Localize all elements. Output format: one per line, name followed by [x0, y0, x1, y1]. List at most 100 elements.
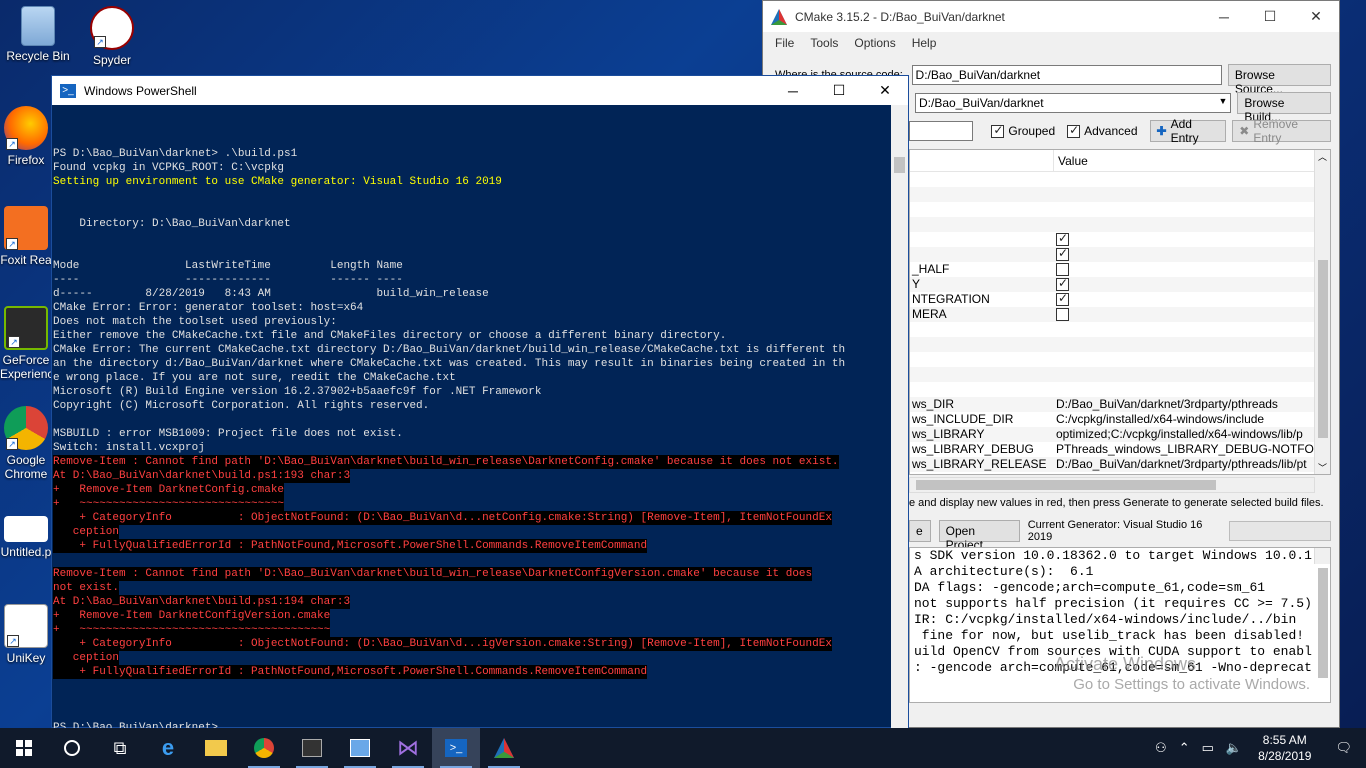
table-row[interactable]	[910, 247, 1330, 262]
checkbox-checked-icon[interactable]	[1056, 232, 1069, 246]
cmake-titlebar[interactable]: CMake 3.15.2 - D:/Bao_BuiVan/darknet ─ ☐…	[763, 1, 1339, 32]
build-path-input[interactable]: D:/Bao_BuiVan/darknet ▼	[915, 93, 1232, 113]
advanced-label: Advanced	[1084, 124, 1138, 138]
search-button[interactable]	[48, 728, 96, 768]
cache-table[interactable]: Value _HALFYNTEGRATIONMERA ws_DIR D:/Bao_B…	[909, 149, 1331, 475]
table-row[interactable]	[910, 187, 1330, 202]
generate-button[interactable]: e	[909, 520, 931, 542]
menu-file[interactable]: File	[767, 36, 802, 50]
console-scrollbar[interactable]	[891, 105, 908, 729]
taskbar-file-explorer[interactable]	[192, 728, 240, 768]
desktop-icon-untitled[interactable]: Untitled.p	[0, 516, 52, 559]
maximize-button[interactable]: ☐	[1247, 1, 1293, 32]
search-input[interactable]	[909, 121, 974, 141]
grouped-checkbox[interactable]: Grouped	[991, 123, 1055, 138]
close-button[interactable]: ✕	[862, 76, 908, 105]
menu-options[interactable]: Options	[846, 36, 903, 50]
table-row[interactable]: ws_LIBRARY_DEBUG PThreads_windows_LIBRARY…	[910, 442, 1330, 457]
taskbar-terminal[interactable]	[288, 728, 336, 768]
table-hscrollbar[interactable]	[909, 477, 1315, 493]
browse-source-button[interactable]: Browse Source...	[1227, 64, 1332, 96]
desktop-icon-geforce[interactable]: ↗ GeForce Experience	[0, 306, 52, 381]
desktop-icon-recycle-bin[interactable]: Recycle Bin	[0, 6, 76, 63]
task-view-button[interactable]: ⧉	[96, 728, 144, 768]
taskbar-powershell[interactable]: >_	[432, 728, 480, 768]
console-line: + CategoryInfo : ObjectNotFound: (D:\Bao…	[52, 511, 892, 525]
table-row[interactable]	[910, 382, 1330, 397]
powershell-icon: >_	[60, 83, 76, 98]
hscroll-thumb[interactable]	[916, 480, 1216, 490]
checkbox-unchecked-icon[interactable]	[1056, 308, 1069, 321]
output-scroll-thumb[interactable]	[1318, 568, 1328, 678]
table-row[interactable]: MERA	[910, 307, 1330, 322]
console-scroll-thumb[interactable]	[894, 157, 905, 173]
checkbox-unchecked-icon[interactable]	[1056, 263, 1069, 276]
desktop-icon-chrome[interactable]: ↗ Google Chrome	[0, 406, 52, 481]
table-row[interactable]: _HALF	[910, 262, 1330, 277]
menu-help[interactable]: Help	[904, 36, 945, 50]
table-row[interactable]: Y	[910, 277, 1330, 292]
header-value[interactable]: Value	[1054, 150, 1092, 171]
console-output[interactable]: PS D:\Bao_BuiVan\darknet> .\build.ps1 Fou…	[52, 105, 892, 729]
source-path-input[interactable]: D:/Bao_BuiVan/darknet	[911, 65, 1222, 85]
console-line-text: ception	[53, 651, 120, 665]
taskbar-app[interactable]	[336, 728, 384, 768]
desktop-icon-firefox[interactable]: ↗ Firefox	[0, 106, 52, 167]
chevron-up-icon[interactable]: ︿	[1318, 150, 1327, 163]
desktop-icon-spyder[interactable]: ↗ Spyder	[74, 6, 150, 67]
table-row[interactable]: NTEGRATION	[910, 292, 1330, 307]
checkbox-checked-icon[interactable]	[1056, 277, 1069, 291]
header-name[interactable]	[910, 150, 1054, 171]
table-row[interactable]	[910, 217, 1330, 232]
browse-build-button[interactable]: Browse Build...	[1237, 92, 1331, 124]
table-row[interactable]	[910, 172, 1330, 187]
taskbar-cmake[interactable]	[480, 728, 528, 768]
table-row[interactable]	[910, 322, 1330, 337]
maximize-button[interactable]: ☐	[816, 76, 862, 105]
minimize-button[interactable]: ─	[1201, 1, 1247, 32]
table-row[interactable]	[910, 337, 1330, 352]
table-row[interactable]: ws_LIBRARY_RELEASE D:/Bao_BuiVan/darknet/…	[910, 457, 1330, 472]
chevron-up-icon[interactable]: ⌃	[1173, 740, 1196, 756]
table-row[interactable]: ws_LIBRARY optimized;C:/vcpkg/installed/x…	[910, 427, 1330, 442]
clock[interactable]: 8:55 AM 8/28/2019	[1248, 732, 1321, 764]
output-scrollbar[interactable]	[1314, 548, 1330, 678]
table-row[interactable]	[910, 232, 1330, 247]
table-row[interactable]	[910, 202, 1330, 217]
checkbox-checked-icon[interactable]	[1056, 292, 1069, 306]
chevron-down-icon[interactable]: ▼	[1218, 96, 1227, 110]
console-line: CMake Error: The current CMakeCache.txt …	[52, 343, 892, 357]
advanced-checkbox[interactable]: Advanced	[1067, 123, 1138, 138]
menu-tools[interactable]: Tools	[802, 36, 846, 50]
start-button[interactable]	[0, 728, 48, 768]
remove-entry-button[interactable]: ✖ Remove Entry	[1232, 117, 1331, 145]
console-line: + Remove-Item DarknetConfig.cmake	[52, 483, 892, 497]
console-line-text: CMake Error: The current CMakeCache.txt …	[53, 344, 846, 356]
cache-entry-name: ws_DIR	[912, 397, 955, 411]
desktop-icon-unikey[interactable]: ↗ UniKey	[0, 604, 52, 665]
table-row[interactable]	[910, 352, 1330, 367]
table-scrollbar[interactable]: ︿ ﹀	[1314, 150, 1330, 474]
checkbox-checked-icon[interactable]	[1056, 247, 1069, 261]
table-row[interactable]: ws_INCLUDE_DIR C:/vcpkg/installed/x64-win…	[910, 412, 1330, 427]
notification-icon[interactable]: 🗨	[1321, 740, 1366, 756]
taskbar-chrome[interactable]	[240, 728, 288, 768]
taskbar-visual-studio[interactable]: ⋈	[384, 728, 432, 768]
desktop-icon-foxit[interactable]: ↗ Foxit Rea	[0, 206, 52, 267]
taskbar-edge[interactable]: e	[144, 728, 192, 768]
volume-muted-icon[interactable]: 🔈	[1220, 740, 1248, 756]
people-icon[interactable]: ⚇	[1149, 740, 1173, 756]
powershell-titlebar[interactable]: >_ Windows PowerShell ─ ☐ ✕	[52, 76, 908, 105]
console-line: Found vcpkg in VCPKG_ROOT: C:\vcpkg	[52, 161, 892, 175]
network-icon[interactable]: ▭	[1196, 740, 1220, 756]
console-line: + FullyQualifiedErrorId : PathNotFound,M…	[52, 539, 892, 553]
add-entry-button[interactable]: ✚ Add Entry	[1149, 117, 1227, 145]
close-button[interactable]: ✕	[1293, 1, 1339, 32]
minimize-button[interactable]: ─	[770, 76, 816, 105]
chevron-down-icon[interactable]: ﹀	[1318, 461, 1327, 474]
table-row[interactable]	[910, 367, 1330, 382]
table-row[interactable]: ws_DIR D:/Bao_BuiVan/darknet/3rdparty/pth…	[910, 397, 1330, 412]
scroll-thumb[interactable]	[1318, 260, 1328, 438]
open-project-button[interactable]: Open Project	[938, 520, 1020, 552]
